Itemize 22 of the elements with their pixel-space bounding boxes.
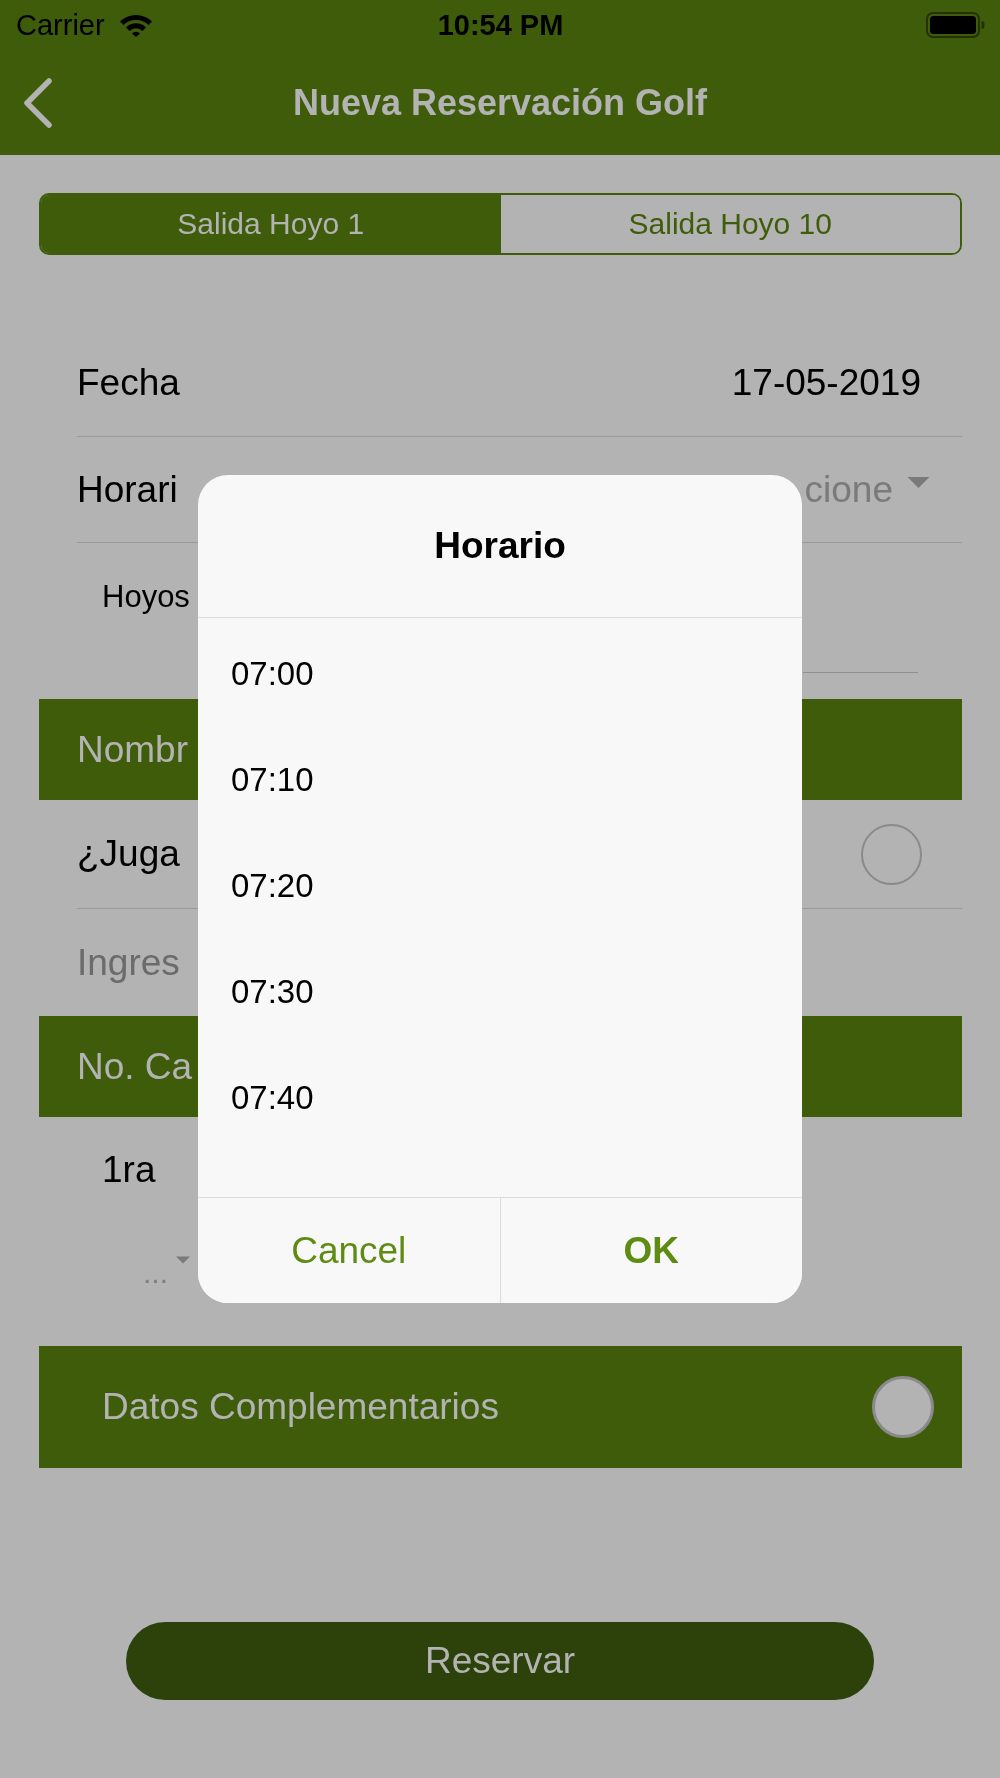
caret-icon xyxy=(176,1255,190,1264)
status-time: 10:54 PM xyxy=(437,8,564,42)
radio-button[interactable] xyxy=(861,823,922,885)
reserve-button[interactable]: Reservar xyxy=(126,1622,874,1700)
wifi-icon xyxy=(118,13,153,37)
tab[interactable]: Salida Hoyo 1 xyxy=(41,195,501,253)
field-label: Fecha xyxy=(77,361,180,405)
input-field[interactable]: Ingres xyxy=(77,940,195,985)
dialog-title: Horario xyxy=(198,475,802,618)
list-item[interactable]: 07:20 xyxy=(198,833,802,939)
carrier-label: Carrier xyxy=(16,8,105,42)
row-label: 1ra xyxy=(102,1148,156,1192)
field-label: Horari xyxy=(77,467,178,512)
field-label: ¿Juga xyxy=(77,832,180,876)
date-value[interactable]: 17-05-2019 xyxy=(731,361,921,405)
screen-title: Nueva Reservación Golf xyxy=(292,80,708,125)
battery-icon xyxy=(926,12,985,38)
section-title: Datos Complementarios xyxy=(102,1385,499,1429)
ok-button[interactable]: OK xyxy=(499,1198,802,1303)
back-icon[interactable] xyxy=(23,77,53,128)
field-label: Hoyos xyxy=(102,578,190,616)
caret-icon xyxy=(907,477,930,488)
